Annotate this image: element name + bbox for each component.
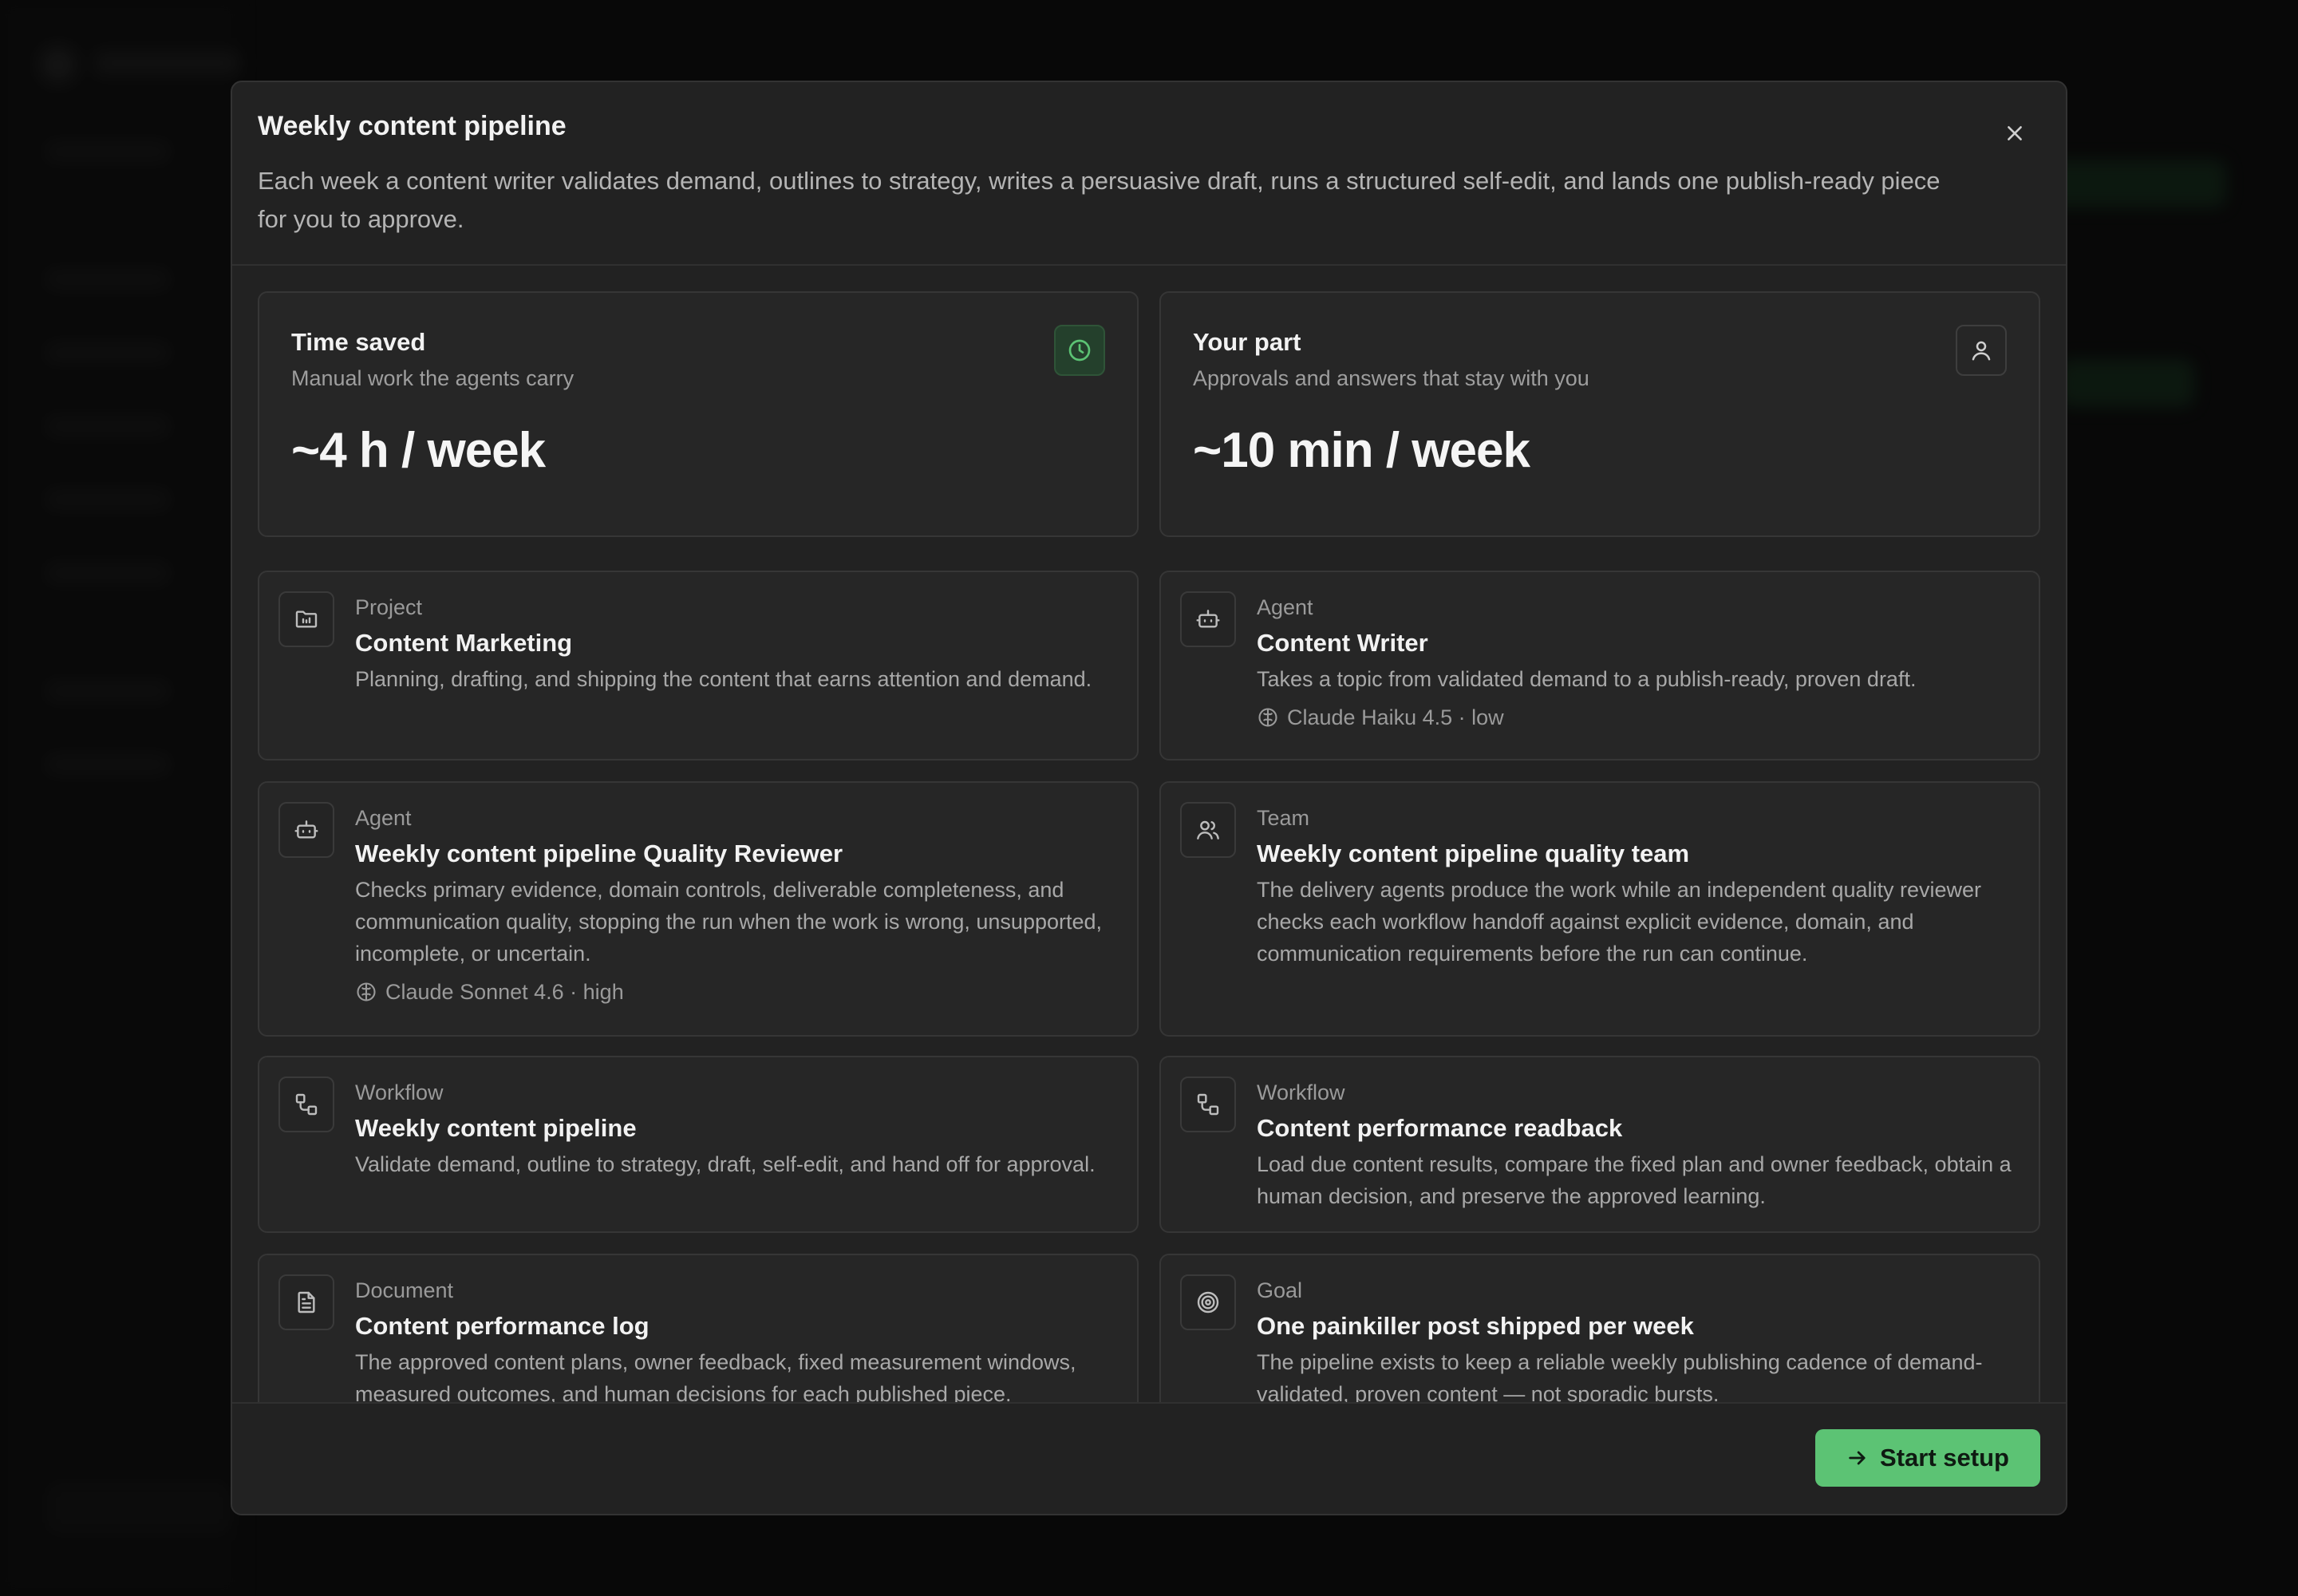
item-icon-badge (278, 1274, 334, 1330)
item-card-team[interactable]: Team Weekly content pipeline quality tea… (1159, 781, 2040, 1037)
item-card-agent[interactable]: Agent Weekly content pipeline Quality Re… (258, 781, 1139, 1037)
item-description: Takes a topic from validated demand to a… (1257, 667, 1917, 691)
close-button[interactable] (1999, 117, 2031, 149)
bot-icon (294, 820, 318, 839)
brain-icon (357, 982, 376, 1001)
stat-title: Time saved (291, 328, 426, 356)
stat-subtitle: Manual work the agents carry (291, 366, 574, 390)
item-name: Weekly content pipeline quality team (1257, 839, 1690, 867)
workflow-icon (1197, 1093, 1219, 1116)
target-icon (1197, 1291, 1219, 1314)
item-icon-badge (1180, 1077, 1236, 1132)
modal-footer: Start setup (232, 1402, 2066, 1514)
start-setup-button[interactable]: Start setup (1815, 1429, 2040, 1487)
item-card-project[interactable]: Project Content Marketing Planning, draf… (258, 571, 1139, 760)
item-icon-badge (1180, 802, 1236, 858)
item-name: One painkiller post shipped per week (1257, 1312, 1694, 1340)
modal-body[interactable]: Time saved Manual work the agents carry … (232, 267, 2066, 1485)
bot-icon (1196, 610, 1220, 628)
close-icon (2008, 126, 2022, 140)
item-model-label: Claude Haiku 4.5 · low (1287, 705, 1504, 729)
item-kind: Document (355, 1278, 454, 1302)
stat-icon-badge (1956, 325, 2007, 376)
modal-header: Weekly content pipeline Each week a cont… (232, 82, 2066, 266)
item-icon-badge (1180, 1274, 1236, 1330)
brain-icon (1258, 708, 1277, 727)
item-kind: Agent (355, 806, 412, 830)
item-icon-badge (278, 591, 334, 647)
users-icon (1197, 820, 1219, 839)
item-card-workflow[interactable]: Workflow Weekly content pipeline Validat… (258, 1056, 1139, 1233)
stat-icon-badge (1054, 325, 1105, 376)
item-description: Checks primary evidence, domain controls… (355, 878, 1103, 966)
item-description: Load due content results, compare the fi… (1257, 1152, 2012, 1208)
folder-icon (295, 610, 318, 628)
item-kind: Workflow (1257, 1080, 1345, 1104)
workflow-icon (295, 1093, 318, 1116)
item-kind: Goal (1257, 1278, 1303, 1302)
item-kind: Agent (1257, 595, 1313, 619)
item-description: Planning, drafting, and shipping the con… (355, 667, 1092, 691)
document-icon (298, 1291, 315, 1314)
stat-value: ~10 min / week (1193, 423, 1530, 478)
item-icon-badge (278, 802, 334, 858)
item-name: Content Writer (1257, 629, 1428, 657)
stat-card-your-part: Your part Approvals and answers that sta… (1159, 291, 2040, 537)
item-kind: Team (1257, 806, 1310, 830)
item-icon-badge (1180, 591, 1236, 647)
item-kind: Workflow (355, 1080, 444, 1104)
stat-title: Your part (1193, 328, 1301, 356)
clock-icon (1068, 339, 1091, 361)
stat-card-time-saved: Time saved Manual work the agents carry … (258, 291, 1139, 537)
item-name: Weekly content pipeline (355, 1114, 637, 1142)
start-setup-label: Start setup (1880, 1444, 2009, 1472)
stat-subtitle: Approvals and answers that stay with you (1193, 366, 1589, 390)
template-preview-modal: Weekly content pipeline Each week a cont… (231, 81, 2067, 1515)
modal-title: Weekly content pipeline (258, 111, 567, 141)
item-description: Validate demand, outline to strategy, dr… (355, 1152, 1096, 1176)
item-model: Claude Haiku 4.5 · low (1257, 701, 2020, 733)
arrow-right-icon (1849, 1451, 1866, 1465)
item-description: The approved content plans, owner feedba… (355, 1350, 1076, 1406)
item-kind: Project (355, 595, 423, 619)
stat-value: ~4 h / week (291, 423, 546, 478)
item-description: The pipeline exists to keep a reliable w… (1257, 1350, 1983, 1406)
item-name: Content performance log (355, 1312, 650, 1340)
item-model: Claude Sonnet 4.6 · high (355, 976, 1118, 1008)
modal-description: Each week a content writer validates dem… (258, 167, 1941, 233)
item-card-agent[interactable]: Agent Content Writer Takes a topic from … (1159, 571, 2040, 760)
item-name: Content performance readback (1257, 1114, 1623, 1142)
item-model-label: Claude Sonnet 4.6 · high (385, 980, 624, 1004)
item-card-workflow[interactable]: Workflow Content performance readback Lo… (1159, 1056, 2040, 1233)
item-name: Content Marketing (355, 629, 573, 657)
item-icon-badge (278, 1077, 334, 1132)
item-name: Weekly content pipeline Quality Reviewer (355, 839, 843, 867)
item-description: The delivery agents produce the work whi… (1257, 878, 1982, 966)
user-icon (1972, 341, 1991, 361)
